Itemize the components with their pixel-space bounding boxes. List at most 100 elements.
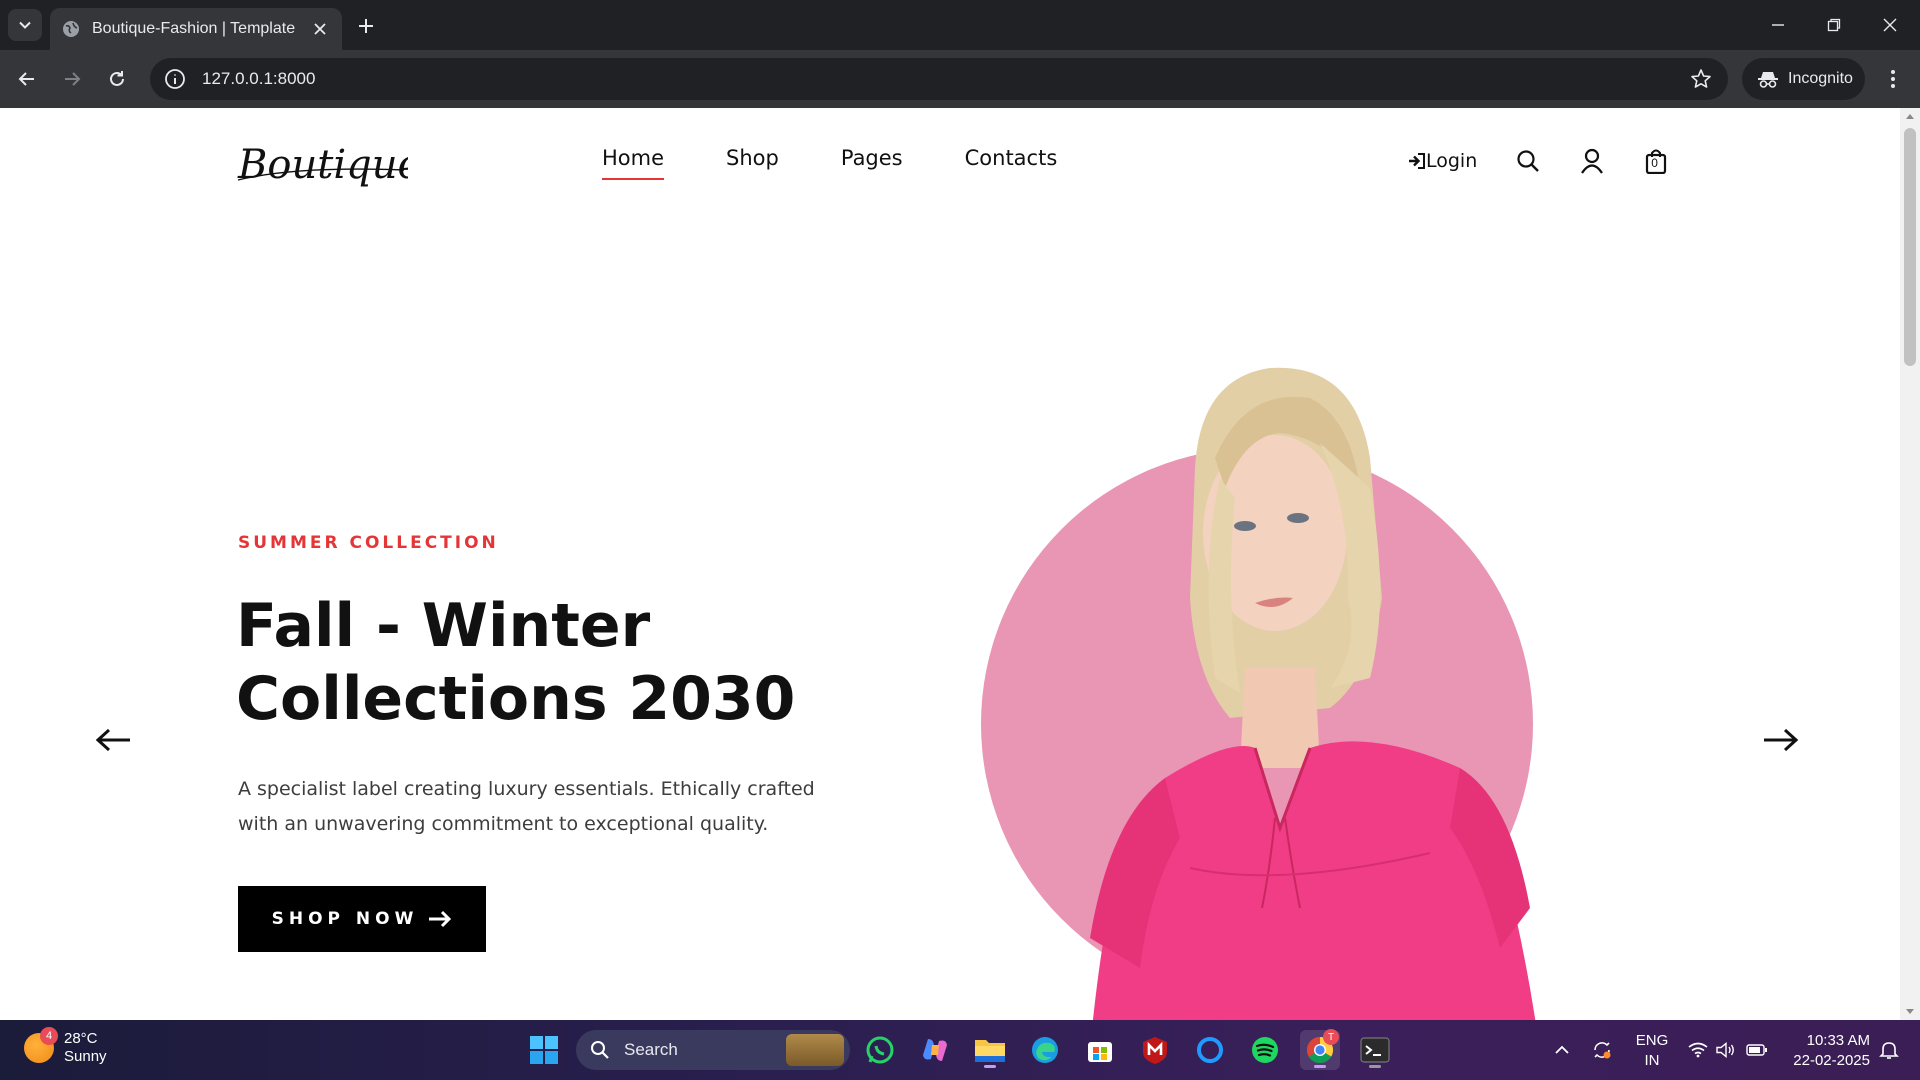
taskbar-file-explorer[interactable] [970,1030,1010,1070]
minimize-button[interactable] [1750,0,1806,50]
arrow-left-icon [95,728,130,752]
arrow-left-icon [18,72,34,86]
login-label: Login [1426,150,1478,172]
mcafee-icon [1143,1037,1167,1064]
login-link[interactable]: Login [1408,150,1477,172]
minimize-icon [1772,24,1784,26]
notifications-button[interactable] [1874,1020,1904,1080]
search-button[interactable] [1515,148,1541,174]
page-scrollbar[interactable] [1900,108,1920,1020]
kebab-menu-icon [1891,70,1895,88]
volume-status[interactable] [1712,1020,1740,1080]
taskbar-whatsapp[interactable] [860,1030,900,1070]
site-logo[interactable]: Boutique [236,136,421,202]
search-icon [591,1041,609,1059]
tab-title: Boutique-Fashion | Template [92,20,296,37]
hero-subtitle: SUMMER COLLECTION [238,533,499,553]
taskbar-edge[interactable] [1025,1030,1065,1070]
address-bar[interactable]: 127.0.0.1:8000 [150,58,1728,100]
battery-status[interactable] [1742,1020,1772,1080]
nav-pages[interactable]: Pages [841,146,903,180]
taskbar-chrome[interactable]: T [1300,1029,1340,1070]
edge-icon [1032,1037,1058,1063]
taskbar-clock[interactable]: 10:33 AM 22-02-2025 [1780,1031,1870,1071]
browser-tab-active[interactable]: Boutique-Fashion | Template [50,8,342,50]
scrollbar-thumb[interactable] [1904,128,1916,366]
taskbar-terminal[interactable] [1355,1030,1395,1070]
page-viewport: Boutique Home Shop Pages Contacts Login … [0,108,1900,1020]
reload-button[interactable] [100,62,134,96]
windows-taskbar: 4 28°C Sunny Search T ENG IN 10:33 AM 22… [0,1020,1920,1080]
bookmark-star-icon[interactable] [1690,68,1712,90]
slider-prev-button[interactable] [95,728,132,757]
search-highlight-image [786,1034,844,1066]
notification-bell-icon [1879,1042,1899,1059]
weather-temp: 28°C [64,1030,98,1047]
taskbar-search-label: Search [624,1040,678,1059]
running-indicator [1369,1065,1381,1068]
clock-date: 22-02-2025 [1793,1052,1870,1069]
windows-start-icon [530,1036,558,1064]
hero-headline: Fall - Winter Collections 2030 [236,590,836,736]
logo-text: Boutique [237,142,408,188]
incognito-label: Incognito [1788,70,1853,87]
taskbar-search[interactable]: Search [576,1030,850,1070]
restore-button[interactable] [1806,0,1862,50]
plus-icon [359,19,373,33]
browser-menu-button[interactable] [1876,62,1910,96]
store-icon [1088,1042,1112,1062]
chevron-down-icon [19,21,31,29]
cortana-icon [1197,1037,1223,1063]
sync-icon [1594,1042,1611,1059]
wifi-status[interactable] [1684,1020,1712,1080]
tab-search-button[interactable] [8,9,42,41]
show-hidden-icons-button[interactable] [1548,1020,1576,1080]
weather-widget[interactable]: 4 28°C Sunny [24,1027,107,1066]
taskbar-cortana[interactable] [1190,1030,1230,1070]
spotify-icon [1252,1037,1278,1063]
chrome-profile-badge: T [1323,1029,1339,1045]
taskbar-mcafee[interactable] [1135,1030,1175,1070]
incognito-badge[interactable]: Incognito [1742,58,1865,100]
arrow-right-icon [65,72,81,86]
close-window-button[interactable] [1862,0,1918,50]
cart-button[interactable]: 0 [1643,148,1669,174]
incognito-icon [1758,72,1778,88]
hero-headline-line2: Collections 2030 [236,664,796,734]
close-icon [1883,18,1897,32]
scroll-up-icon[interactable] [1905,112,1915,120]
scroll-down-icon[interactable] [1905,1008,1915,1016]
hero-headline-line1: Fall - Winter [236,591,651,661]
weather-desc: Sunny [64,1048,107,1065]
sync-status-button[interactable] [1585,1020,1619,1080]
taskbar-spotify[interactable] [1245,1030,1285,1070]
site-info-icon[interactable] [164,68,186,90]
slider-next-button[interactable] [1762,728,1799,757]
chevron-up-icon [1555,1045,1569,1054]
weather-badge: 4 [40,1027,58,1045]
forward-button[interactable] [55,62,89,96]
taskbar-copilot[interactable] [915,1030,955,1070]
user-icon [1581,148,1604,174]
account-button[interactable] [1579,148,1605,174]
browser-tab-strip: Boutique-Fashion | Template [0,0,1920,50]
running-indicator [984,1065,996,1068]
file-explorer-icon [975,1040,1005,1062]
start-button[interactable] [524,1030,564,1070]
sign-in-icon [1409,153,1425,169]
back-button[interactable] [10,62,44,96]
running-indicator [1314,1065,1326,1068]
nav-shop[interactable]: Shop [726,146,779,180]
shop-now-button[interactable]: SHOP NOW [238,886,486,952]
nav-contacts[interactable]: Contacts [965,146,1058,180]
restore-icon [1827,18,1841,32]
tab-close-icon[interactable] [310,19,330,39]
copilot-icon [923,1039,947,1061]
header-actions: Login 0 [1408,148,1707,174]
taskbar-store[interactable] [1080,1030,1120,1070]
new-tab-button[interactable] [352,12,380,40]
clock-time: 10:33 AM [1806,1032,1870,1049]
whatsapp-icon [866,1036,894,1064]
nav-home[interactable]: Home [602,146,665,180]
language-indicator[interactable]: ENG IN [1630,1031,1674,1071]
